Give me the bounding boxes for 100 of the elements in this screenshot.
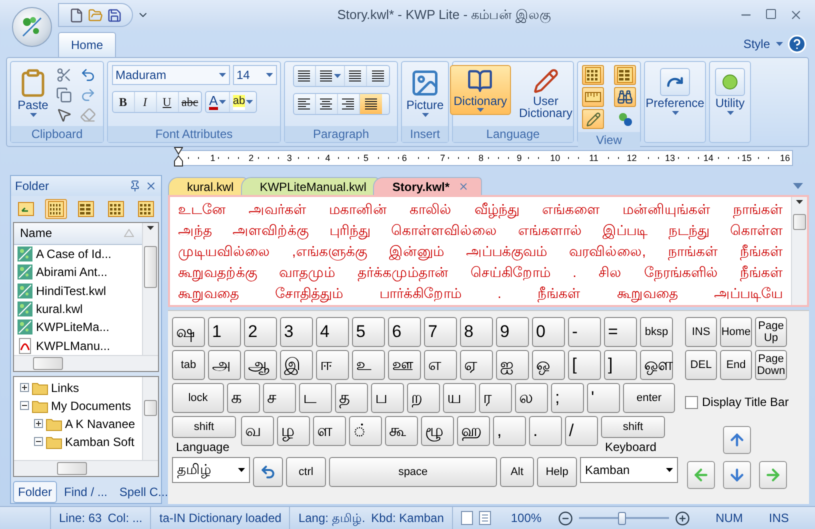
space-key[interactable]: space [329, 457, 497, 487]
keyboard-key[interactable]: enter [623, 383, 675, 413]
file-item[interactable]: A Case of Id... [14, 245, 142, 264]
align-left-icon[interactable] [297, 98, 311, 110]
scroll-thumb[interactable] [144, 400, 157, 416]
tree-item[interactable]: Kamban Soft [65, 434, 134, 449]
checkbox[interactable] [685, 396, 698, 408]
keyboard-key[interactable]: 2 [244, 317, 277, 347]
font-size-field[interactable]: 14 [232, 65, 276, 85]
ribbon-tab[interactable]: Home [58, 32, 116, 57]
highlight-button[interactable]: ab [230, 92, 256, 112]
keyboard-key[interactable]: INS [685, 317, 717, 347]
arrow-down-button[interactable] [723, 461, 751, 489]
keyboard-key[interactable]: கூ [385, 416, 418, 446]
language-select[interactable]: தமிழ் [172, 457, 250, 483]
zoom-in-icon[interactable] [674, 510, 690, 526]
slider-thumb[interactable] [618, 512, 626, 524]
pin-icon[interactable] [129, 180, 141, 192]
dictionary-button[interactable]: User Dictionary [515, 65, 576, 122]
keyboard-key[interactable]: Page Up [755, 317, 787, 347]
keyboard-key[interactable]: . [529, 416, 562, 446]
keyboard-key[interactable]: ஊ [388, 350, 421, 380]
keyboard-key[interactable]: ட [299, 383, 332, 413]
panel-tab[interactable]: Find / ... [59, 481, 112, 503]
scroll-thumb[interactable] [144, 246, 157, 288]
paste-button[interactable]: Paste [14, 65, 52, 120]
font-style-button[interactable]: I [134, 92, 156, 112]
keyboard-key[interactable]: ஹ [457, 416, 490, 446]
keyboard-key[interactable]: 0 [532, 317, 565, 347]
keyboard-key[interactable]: = [604, 317, 637, 347]
collapse-icon[interactable] [34, 437, 43, 446]
page-view-icon[interactable] [460, 511, 473, 525]
app-menu-button[interactable] [12, 7, 52, 47]
dictionary-button[interactable]: Dictionary [450, 65, 511, 115]
font-style-button[interactable]: U [156, 92, 178, 112]
keyboard-key[interactable]: இ [280, 350, 313, 380]
numbered-list-icon[interactable] [318, 70, 332, 82]
undo-icon[interactable] [80, 67, 96, 83]
keyboard-key[interactable]: ஒ [532, 350, 565, 380]
align-justify-icon[interactable] [364, 98, 378, 110]
document-tab[interactable]: Story.kwl* [373, 177, 482, 195]
scroll-thumb[interactable] [57, 462, 87, 475]
keyboard-key[interactable]: [ [568, 350, 601, 380]
document-tab[interactable]: KWPLiteManual.kwl [240, 177, 380, 195]
keyboard-key[interactable]: வ [241, 416, 274, 446]
keyboard-key[interactable]: ஈ [316, 350, 349, 380]
preference-button[interactable]: Preference [642, 65, 708, 118]
keyboard-key[interactable]: ' [587, 383, 620, 413]
keyboard-key[interactable]: அ [208, 350, 241, 380]
view-button[interactable] [582, 109, 604, 129]
keyboard-key[interactable]: ல [515, 383, 548, 413]
keyboard-key[interactable]: 5 [352, 317, 385, 347]
scroll-thumb[interactable] [33, 356, 63, 370]
tree-item[interactable]: My Documents [51, 398, 132, 413]
align-center-icon[interactable] [319, 98, 333, 110]
select-icon[interactable] [56, 107, 72, 123]
arrow-up-button[interactable] [723, 426, 751, 454]
align-right-icon[interactable] [341, 98, 355, 110]
keyboard-key[interactable]: ற [407, 383, 440, 413]
keyboard-key[interactable]: End [720, 350, 752, 380]
close-icon[interactable] [145, 180, 157, 192]
arrow-left-button[interactable] [687, 461, 715, 489]
zoom-out-icon[interactable] [558, 510, 573, 526]
undo-key[interactable] [253, 457, 283, 487]
file-item[interactable]: Abirami Ant... [14, 263, 142, 282]
keyboard-key[interactable]: Help [537, 457, 577, 487]
document-tab[interactable]: kural.kwl [168, 177, 247, 195]
keyboard-key[interactable]: எ [424, 350, 457, 380]
tree-item[interactable]: Links [51, 380, 80, 395]
keyboard-key[interactable]: 8 [460, 317, 493, 347]
keyboard-key[interactable]: lock [172, 383, 224, 413]
keyboard-key[interactable]: bksp [640, 317, 673, 347]
keyboard-key[interactable]: ஆ [244, 350, 277, 380]
pencil-icon[interactable] [586, 112, 600, 126]
cut-icon[interactable] [56, 67, 72, 83]
outdent-icon[interactable] [348, 70, 362, 82]
keyboard-key[interactable]: ctrl [286, 457, 326, 487]
save-icon[interactable] [107, 8, 122, 22]
keyboard-key[interactable]: ழ [277, 416, 310, 446]
keyboard-key[interactable]: DEL [685, 350, 717, 380]
text-view-icon[interactable] [478, 511, 491, 525]
keyboard-key[interactable]: க [227, 383, 260, 413]
shift-key[interactable]: shift [601, 416, 665, 438]
indent-icon[interactable] [370, 70, 384, 82]
scroll-thumb[interactable] [793, 214, 806, 230]
keyboard-key[interactable]: ர [479, 383, 512, 413]
font-style-button[interactable]: B [112, 92, 134, 112]
utility-button[interactable]: Utility [711, 65, 749, 118]
text-editor[interactable] [168, 195, 809, 307]
close-icon[interactable] [458, 181, 469, 192]
font-style-button[interactable]: abc [178, 92, 202, 112]
keyboard-key[interactable]: 4 [316, 317, 349, 347]
keyboard-key[interactable]: ப [371, 383, 404, 413]
view-button[interactable] [582, 87, 604, 107]
keyboard-key[interactable]: / [565, 416, 598, 446]
bullet-list-icon[interactable] [297, 70, 311, 82]
column-header[interactable]: Name [14, 222, 142, 246]
expand-icon[interactable] [20, 383, 29, 392]
arrow-right-button[interactable] [759, 461, 787, 489]
keyboard-key[interactable]: , [493, 416, 526, 446]
